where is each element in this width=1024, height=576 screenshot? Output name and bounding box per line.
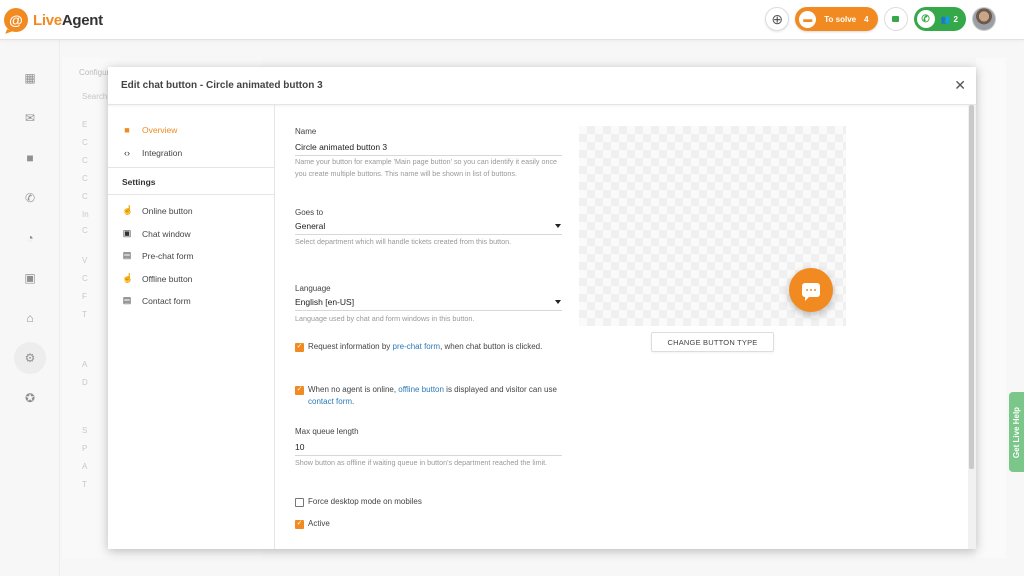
language-select[interactable]: English [en-US]	[295, 297, 562, 311]
language-value: English [en-US]	[295, 297, 355, 307]
chat-icon	[892, 16, 900, 22]
nav-online-button-label: Online button	[142, 205, 193, 216]
button-preview	[579, 126, 846, 326]
goes-to-value: General	[295, 221, 326, 231]
nav-online-button[interactable]: ☝ Online button	[122, 205, 193, 216]
nav-contact-form[interactable]: ▤ Contact form	[122, 295, 191, 306]
to-solve-label: To solve	[824, 14, 857, 24]
ticket-icon: ▬	[799, 10, 817, 28]
settings-heading: Settings	[122, 177, 156, 187]
goes-to-label: Goes to	[295, 208, 324, 217]
dialog-nav: ■ Overview ‹› Integration Settings ☝ Onl…	[108, 105, 275, 549]
name-help: Name your button for example 'Main page …	[295, 157, 558, 178]
nav-pre-chat-form[interactable]: ▤ Pre-chat form	[122, 250, 194, 261]
nav-integration[interactable]: ‹› Integration	[122, 148, 182, 158]
hand-pointer-icon: ☝	[122, 205, 134, 215]
close-icon[interactable]: ✕	[954, 78, 966, 92]
code-icon: ‹›	[124, 148, 130, 158]
scrollbar-thumb[interactable]	[969, 105, 974, 469]
phone-icon: ✆	[916, 10, 935, 28]
max-queue-field[interactable]: 10	[295, 442, 562, 456]
logo-icon: @	[4, 8, 28, 32]
nav-chat-window[interactable]: ▣ Chat window	[122, 228, 191, 239]
nav-integration-label: Integration	[142, 148, 183, 158]
offline-button-link[interactable]: offline button	[398, 385, 444, 394]
top-actions: ⊕ ▬ To solve 4 ✆ 👥 2	[765, 7, 996, 31]
force-desktop-checkbox[interactable]	[295, 497, 304, 507]
name-label: Name	[295, 127, 317, 136]
caret-down-icon	[555, 224, 561, 228]
nav-chat-window-label: Chat window	[142, 228, 191, 239]
chat-bubble-icon: ■	[124, 125, 130, 135]
force-desktop-label: Force desktop mode on mobiles	[308, 497, 422, 506]
offline-info-option: ✓ When no agent is online, offline butto…	[295, 384, 562, 408]
chat-status-button[interactable]	[883, 7, 908, 31]
nav-pre-chat-form-label: Pre-chat form	[142, 250, 194, 261]
to-solve-count: 4	[864, 14, 869, 24]
goes-to-help: Select department which will handle tick…	[295, 237, 512, 246]
dialog-title: Edit chat button - Circle animated butto…	[121, 80, 323, 91]
chat-button-preview[interactable]	[789, 268, 833, 312]
caret-down-icon	[555, 300, 561, 304]
settings-section: Settings	[108, 167, 275, 195]
offline-info-checkbox[interactable]: ✓	[295, 385, 304, 395]
change-button-type-button[interactable]: CHANGE BUTTON TYPE	[651, 332, 774, 352]
calls-count: 2	[953, 14, 958, 24]
active-checkbox[interactable]: ✓	[295, 519, 304, 529]
avatar[interactable]	[972, 7, 996, 31]
hand-pointer-icon: ☝	[122, 273, 134, 283]
language-help: Language used by chat and form windows i…	[295, 314, 475, 323]
nav-offline-button[interactable]: ☝ Offline button	[122, 273, 192, 284]
top-bar: @ LiveAgent ⊕ ▬ To solve 4 ✆ 👥 2	[0, 0, 1024, 40]
language-label: Language	[295, 284, 331, 293]
pre-chat-form-link[interactable]: pre-chat form	[393, 342, 441, 351]
calls-button[interactable]: ✆ 👥 2	[913, 7, 966, 31]
goes-to-select[interactable]: General	[295, 221, 562, 235]
name-field[interactable]: Circle animated button 3	[295, 142, 562, 156]
form-icon: ▤	[122, 250, 132, 260]
offline-info-text: When no agent is online, offline button …	[308, 385, 557, 406]
active-option: ✓ Active	[295, 518, 562, 530]
active-label: Active	[308, 519, 330, 528]
max-queue-label: Max queue length	[295, 427, 359, 436]
request-info-option: ✓ Request information by pre-chat form, …	[295, 341, 562, 353]
to-solve-button[interactable]: ▬ To solve 4	[795, 7, 878, 31]
max-queue-help: Show button as offline if waiting queue …	[295, 458, 548, 467]
liveagent-logo[interactable]: @ LiveAgent	[4, 8, 103, 32]
form-icon: ▤	[122, 295, 132, 305]
request-info-checkbox[interactable]: ✓	[295, 342, 304, 352]
contact-form-link[interactable]: contact form	[308, 397, 352, 406]
force-desktop-option: Force desktop mode on mobiles	[295, 496, 562, 508]
dialog-header: Edit chat button - Circle animated butto…	[108, 67, 976, 105]
logo-text: LiveAgent	[33, 11, 103, 29]
request-info-text: Request information by pre-chat form, wh…	[308, 342, 543, 351]
nav-contact-form-label: Contact form	[142, 295, 191, 306]
nav-overview[interactable]: ■ Overview	[122, 125, 177, 135]
nav-offline-button-label: Offline button	[142, 273, 193, 284]
agents-icon: 👥	[940, 14, 951, 24]
add-icon[interactable]: ⊕	[765, 7, 790, 31]
chat-bubble-icon	[802, 283, 820, 301]
window-icon: ▣	[122, 228, 132, 238]
dialog-scrollbar[interactable]	[968, 105, 976, 549]
nav-overview-label: Overview	[142, 125, 178, 135]
edit-chat-button-dialog: Edit chat button - Circle animated butto…	[108, 67, 976, 549]
